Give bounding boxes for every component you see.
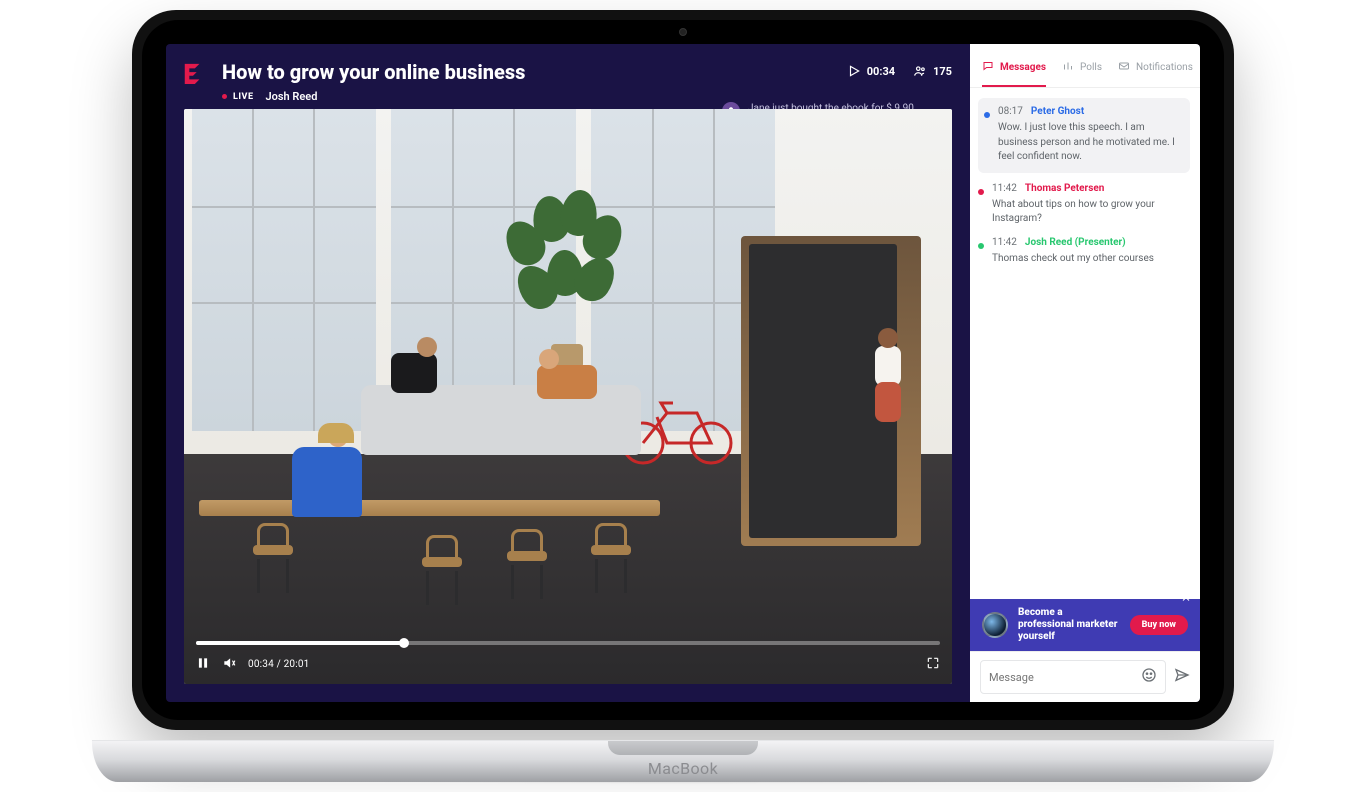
message-composer bbox=[970, 651, 1200, 702]
offer-thumb bbox=[982, 612, 1008, 638]
live-label: LIVE bbox=[233, 92, 254, 102]
video-player[interactable]: 00:34 / 20:01 bbox=[184, 109, 952, 684]
offer-bar: Become a professional marketer yourself … bbox=[970, 599, 1200, 651]
chart-icon bbox=[1062, 60, 1074, 75]
title-block: How to grow your online business LIVE Jo… bbox=[222, 60, 847, 103]
fullscreen-button[interactable] bbox=[926, 655, 940, 674]
message-author: Peter Ghost bbox=[1031, 106, 1084, 117]
messages-list[interactable]: 08:17 Peter Ghost Wow. I just love this … bbox=[970, 88, 1200, 599]
status-dot-icon bbox=[978, 189, 984, 195]
camera-dot bbox=[679, 28, 687, 36]
video-content bbox=[184, 109, 952, 684]
viewers-stat: 175 bbox=[913, 64, 952, 78]
mute-button[interactable] bbox=[222, 655, 236, 674]
message-text: Wow. I just love this speech. I am busin… bbox=[998, 121, 1182, 165]
message: 11:42 Thomas Petersen What about tips on… bbox=[978, 183, 1190, 227]
tab-label: Polls bbox=[1080, 62, 1102, 73]
sidebar: Messages Polls Notifications 08:17 Peter… bbox=[970, 44, 1200, 702]
tab-messages[interactable]: Messages bbox=[982, 54, 1046, 87]
pause-button[interactable] bbox=[196, 655, 210, 674]
message-author: Thomas Petersen bbox=[1025, 183, 1104, 194]
message-time: 08:17 bbox=[998, 106, 1023, 117]
laptop-lid: How to grow your online business LIVE Jo… bbox=[132, 10, 1234, 730]
stage-area: How to grow your online business LIVE Jo… bbox=[166, 44, 970, 702]
webinar-app: How to grow your online business LIVE Jo… bbox=[166, 44, 1200, 702]
header-stats: 00:34 175 bbox=[847, 64, 952, 78]
tab-notifications[interactable]: Notifications bbox=[1118, 54, 1193, 87]
header: How to grow your online business LIVE Jo… bbox=[166, 44, 970, 109]
emoji-button[interactable] bbox=[1141, 667, 1157, 687]
live-dot-icon bbox=[222, 94, 227, 99]
elapsed-time: 00:34 bbox=[867, 65, 895, 78]
device-brand: MacBook bbox=[648, 759, 718, 778]
message-input-wrap[interactable] bbox=[980, 660, 1166, 694]
offer-collapse-button[interactable] bbox=[1176, 589, 1196, 609]
viewers-count: 175 bbox=[933, 65, 952, 78]
tab-label: Notifications bbox=[1136, 62, 1193, 73]
message-text: What about tips on how to grow your Inst… bbox=[992, 198, 1190, 227]
chat-icon bbox=[982, 60, 994, 75]
macbook-frame: How to grow your online business LIVE Jo… bbox=[132, 10, 1234, 772]
elapsed-stat: 00:34 bbox=[847, 64, 895, 78]
live-badge: LIVE bbox=[222, 92, 254, 102]
message-author: Josh Reed (Presenter) bbox=[1025, 237, 1126, 248]
status-dot-icon bbox=[984, 112, 990, 118]
play-icon bbox=[847, 64, 861, 78]
screen-bezel: How to grow your online business LIVE Jo… bbox=[142, 20, 1224, 720]
mail-icon bbox=[1118, 60, 1130, 75]
presenter-name: Josh Reed bbox=[266, 90, 318, 103]
time-display: 00:34 / 20:01 bbox=[248, 659, 310, 670]
message-time: 11:42 bbox=[992, 237, 1017, 248]
send-button[interactable] bbox=[1174, 667, 1190, 687]
seek-bar[interactable] bbox=[196, 641, 940, 645]
status-dot-icon bbox=[978, 243, 984, 249]
message-text: Thomas check out my other courses bbox=[992, 252, 1190, 267]
laptop-base: MacBook bbox=[92, 740, 1274, 782]
message-time: 11:42 bbox=[992, 183, 1017, 194]
message: 08:17 Peter Ghost Wow. I just love this … bbox=[978, 98, 1190, 173]
message-input[interactable] bbox=[989, 671, 1141, 684]
brand-logo[interactable] bbox=[182, 62, 204, 90]
buy-now-button[interactable]: Buy now bbox=[1130, 615, 1188, 635]
message: 11:42 Josh Reed (Presenter) Thomas check… bbox=[978, 237, 1190, 267]
screen: How to grow your online business LIVE Jo… bbox=[166, 44, 1200, 702]
tab-polls[interactable]: Polls bbox=[1062, 54, 1102, 87]
viewers-icon bbox=[913, 64, 927, 78]
stream-title: How to grow your online business bbox=[222, 60, 847, 84]
offer-text: Become a professional marketer yourself bbox=[1018, 607, 1120, 643]
video-controls: 00:34 / 20:01 bbox=[196, 641, 940, 674]
tab-label: Messages bbox=[1000, 62, 1046, 73]
video-shell: 00:34 / 20:01 bbox=[166, 109, 970, 702]
sidebar-tabs: Messages Polls Notifications bbox=[970, 44, 1200, 88]
